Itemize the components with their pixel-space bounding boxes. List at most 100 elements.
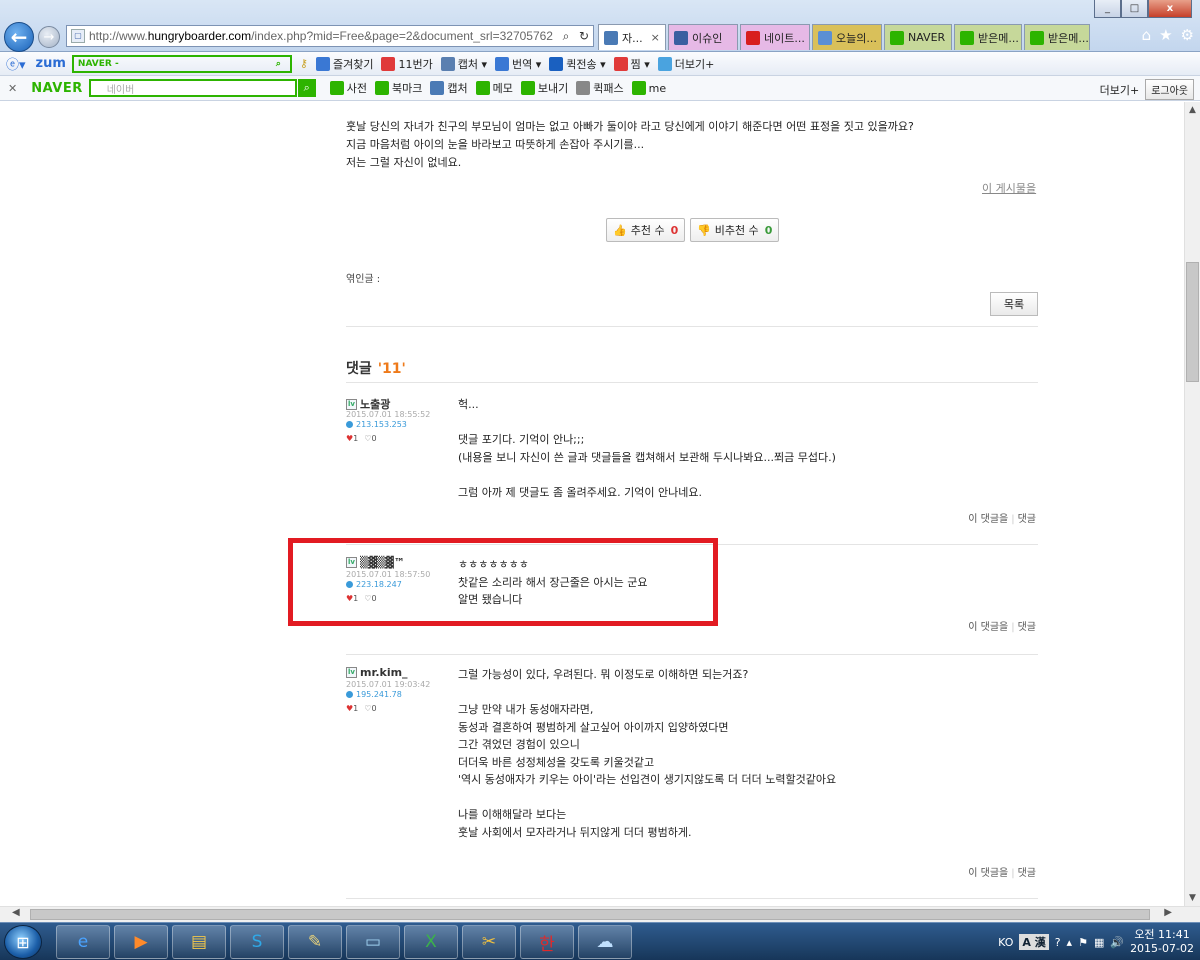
naver-search-input[interactable]: 네이버 — [88, 79, 297, 97]
network-icon[interactable]: ▦ — [1094, 936, 1104, 949]
language-indicator[interactable]: KO — [998, 936, 1013, 949]
windows-taskbar: ⊞ e ▶ ▤ S ✎ ▭ X ✂ 한 ☁ KO A 漢 ? ▴ ⚑ ▦ 🔊 오… — [0, 922, 1200, 960]
address-bar[interactable]: ▢ http://www.hungryboarder.com/index.php… — [66, 25, 594, 47]
home-icon[interactable]: ⌂ — [1142, 26, 1152, 44]
reply-link[interactable]: 댓글 — [1018, 622, 1036, 633]
naver-search-button[interactable]: ⌕ — [297, 79, 316, 97]
toolbar2-item[interactable]: 메모 — [475, 80, 513, 96]
horizontal-scrollbar[interactable]: ◀ ▶ — [0, 906, 1200, 922]
volume-icon[interactable]: 🔊 — [1110, 936, 1124, 949]
search-icon[interactable]: ⌕ — [276, 59, 290, 69]
comment-actions: 이 댓글을 | 댓글 — [968, 622, 1036, 633]
ie-icon: e — [77, 932, 89, 952]
toolbar1-item[interactable]: 11번가 — [381, 56, 433, 72]
list-button[interactable]: 목록 — [990, 292, 1038, 316]
toolbar1-item[interactable]: 퀵전송 ▾ — [549, 56, 606, 72]
toolbar2-item[interactable]: 보내기 — [520, 80, 568, 96]
recommend-button[interactable]: 👍 추천 수 0 — [606, 218, 686, 242]
capture-icon — [430, 81, 445, 95]
taskbar-paint[interactable]: ✎ — [288, 925, 342, 959]
tab-strip: 자... × 이슈인 네이트... 오늘의... NAVER 받은메... 받은메... — [598, 24, 1092, 51]
taskbar-ie[interactable]: e — [56, 925, 110, 959]
ip-icon — [346, 421, 353, 428]
refresh-icon[interactable]: ↻ — [575, 29, 593, 43]
naver-logo[interactable]: NAVER — [31, 81, 83, 96]
taskbar-cloud[interactable]: ☁ — [578, 925, 632, 959]
ie-compat-icon[interactable]: ⓔ▾ — [6, 54, 26, 73]
start-button[interactable]: ⊞ — [4, 925, 42, 959]
toolbar1-item[interactable]: 캡처 ▾ — [440, 56, 487, 72]
taskbar-explorer[interactable]: ▤ — [172, 925, 226, 959]
more-button[interactable]: 더보기+ — [1100, 82, 1140, 98]
divider — [346, 326, 1038, 327]
toolbar1-item[interactable]: 번역 ▾ — [494, 56, 541, 72]
scroll-thumb[interactable] — [1186, 262, 1199, 382]
comments-heading: 댓글 '11' — [346, 358, 406, 378]
scroll-left-icon[interactable]: ◀ — [12, 907, 20, 918]
scroll-up-icon[interactable]: ▲ — [1185, 102, 1200, 118]
close-window-button[interactable]: x — [1148, 0, 1192, 18]
comment-author[interactable]: lv mr.kim_ — [346, 666, 408, 679]
settings-gear-icon[interactable]: ⚙ — [1181, 26, 1194, 44]
url-text[interactable]: http://www.hungryboarder.com/index.php?m… — [89, 29, 557, 43]
trackback-label: 엮인글 : — [346, 274, 381, 285]
help-icon[interactable]: ? — [1055, 936, 1061, 949]
browser-tab[interactable]: NAVER — [884, 24, 952, 50]
toolbar2-item[interactable]: 캡처 — [430, 80, 468, 96]
ime-indicator[interactable]: A 漢 — [1019, 934, 1049, 950]
favorites-star-icon[interactable]: ★ — [1159, 26, 1172, 44]
toolbar1-item[interactable]: 즐겨찾기 — [315, 56, 374, 72]
taskbar-excel[interactable]: X — [404, 925, 458, 959]
close-toolbar-icon[interactable]: ✕ — [8, 82, 17, 95]
browser-tab[interactable]: 이슈인 — [668, 24, 738, 50]
ip-icon — [346, 691, 353, 698]
taskbar-photos[interactable]: ▭ — [346, 925, 400, 959]
toolbar2-item[interactable]: 북마크 — [374, 80, 422, 96]
scroll-down-icon[interactable]: ▼ — [1185, 890, 1200, 906]
toolbar1-item-label: 더보기+ — [674, 57, 715, 71]
tab-label: NAVER — [908, 31, 946, 44]
paint-icon: ✎ — [307, 932, 323, 952]
hscroll-thumb[interactable] — [30, 909, 1150, 920]
comment-menu-link[interactable]: 이 댓글을 — [968, 868, 1008, 879]
browser-tab[interactable]: 오늘의... — [812, 24, 882, 50]
reply-link[interactable]: 댓글 — [1018, 514, 1036, 525]
taskbar-media[interactable]: ▶ — [114, 925, 168, 959]
toolbar1-item-label: 즐겨찾기 — [332, 57, 374, 71]
this-post-link[interactable]: 이 게시물을 — [982, 180, 1036, 196]
browser-tab[interactable]: 받은메... — [1024, 24, 1090, 50]
browser-tab[interactable]: 자... × — [598, 24, 666, 50]
close-tab-icon[interactable]: × — [651, 31, 660, 44]
flag-icon[interactable]: ⚑ — [1078, 936, 1088, 949]
share-icon — [520, 81, 535, 95]
toolbar2-item[interactable]: 퀵패스 — [576, 80, 624, 96]
toolbar1-item[interactable]: 찜 ▾ — [613, 56, 650, 72]
tray-up-icon[interactable]: ▴ — [1067, 936, 1073, 949]
toolbar2-item[interactable]: me — [631, 80, 666, 96]
comment-menu-link[interactable]: 이 댓글을 — [968, 622, 1008, 633]
comment-menu-link[interactable]: 이 댓글을 — [968, 514, 1008, 525]
taskbar-skype[interactable]: S — [230, 925, 284, 959]
minimize-button[interactable]: _ — [1094, 0, 1121, 18]
recommend-count: 0 — [670, 223, 679, 237]
zum-search-input[interactable]: NAVER - ⌕ — [71, 54, 292, 73]
browser-tab[interactable]: 받은메... — [954, 24, 1022, 50]
search-icon[interactable]: ⌕ — [557, 29, 575, 44]
key-icon[interactable]: ⚷ — [300, 57, 308, 70]
toolbar1-item[interactable]: 더보기+ — [657, 56, 715, 72]
forward-button[interactable]: → — [38, 26, 60, 48]
reply-link[interactable]: 댓글 — [1018, 868, 1036, 879]
clock[interactable]: 오전 11:41 2015-07-02 — [1130, 928, 1194, 956]
vertical-scrollbar[interactable]: ▲ ▼ — [1184, 102, 1200, 906]
zum-logo[interactable]: zum — [36, 56, 66, 71]
maximize-button[interactable]: □ — [1121, 0, 1148, 18]
not-recommend-button[interactable]: 👎 비추천 수 0 — [690, 218, 780, 242]
clock-date: 2015-07-02 — [1130, 942, 1194, 955]
taskbar-app[interactable]: ✂ — [462, 925, 516, 959]
toolbar2-item[interactable]: 사전 — [329, 80, 367, 96]
scroll-right-icon[interactable]: ▶ — [1164, 907, 1172, 918]
back-button[interactable]: ← — [4, 22, 34, 52]
logout-button[interactable]: 로그아웃 — [1145, 79, 1194, 100]
taskbar-hangul[interactable]: 한 — [520, 925, 574, 959]
browser-tab[interactable]: 네이트... — [740, 24, 810, 50]
